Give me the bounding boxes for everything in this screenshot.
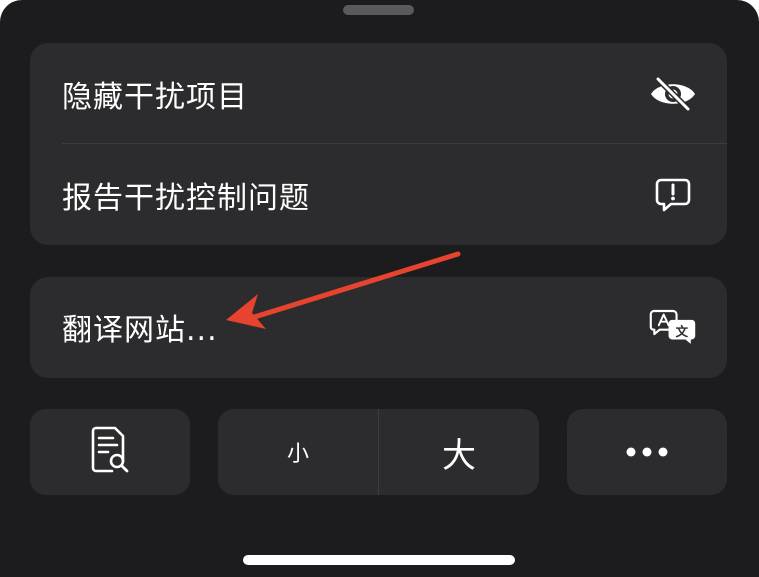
translate-group: 翻译网站... 文 (30, 277, 727, 378)
report-issue-row[interactable]: 报告干扰控制问题 (30, 144, 727, 245)
ellipsis-icon (625, 443, 669, 462)
hide-distractions-label: 隐藏干扰项目 (62, 79, 248, 115)
eye-slash-icon (649, 74, 697, 114)
hide-distractions-row[interactable]: 隐藏干扰项目 (30, 43, 727, 144)
settings-sheet: 隐藏干扰项目 报告干扰控制问题 翻译网站... 文 小 大 (0, 0, 759, 577)
increase-font-button[interactable]: 大 (379, 409, 539, 495)
more-button[interactable] (567, 409, 727, 495)
translate-row[interactable]: 翻译网站... 文 (30, 277, 727, 377)
exclamation-bubble-icon (649, 175, 697, 215)
distraction-control-group: 隐藏干扰项目 报告干扰控制问题 (30, 43, 727, 245)
decrease-font-button[interactable]: 小 (218, 409, 378, 495)
reader-button[interactable] (30, 409, 190, 495)
sheet-grabber[interactable] (343, 5, 414, 15)
translate-label: 翻译网站... (62, 313, 218, 348)
reader-document-icon (90, 426, 130, 478)
font-size-control: 小 大 (218, 409, 539, 495)
translate-icon: 文 (649, 307, 697, 347)
report-issue-label: 报告干扰控制问题 (62, 180, 310, 216)
home-indicator (243, 555, 515, 565)
svg-text:文: 文 (676, 324, 689, 339)
